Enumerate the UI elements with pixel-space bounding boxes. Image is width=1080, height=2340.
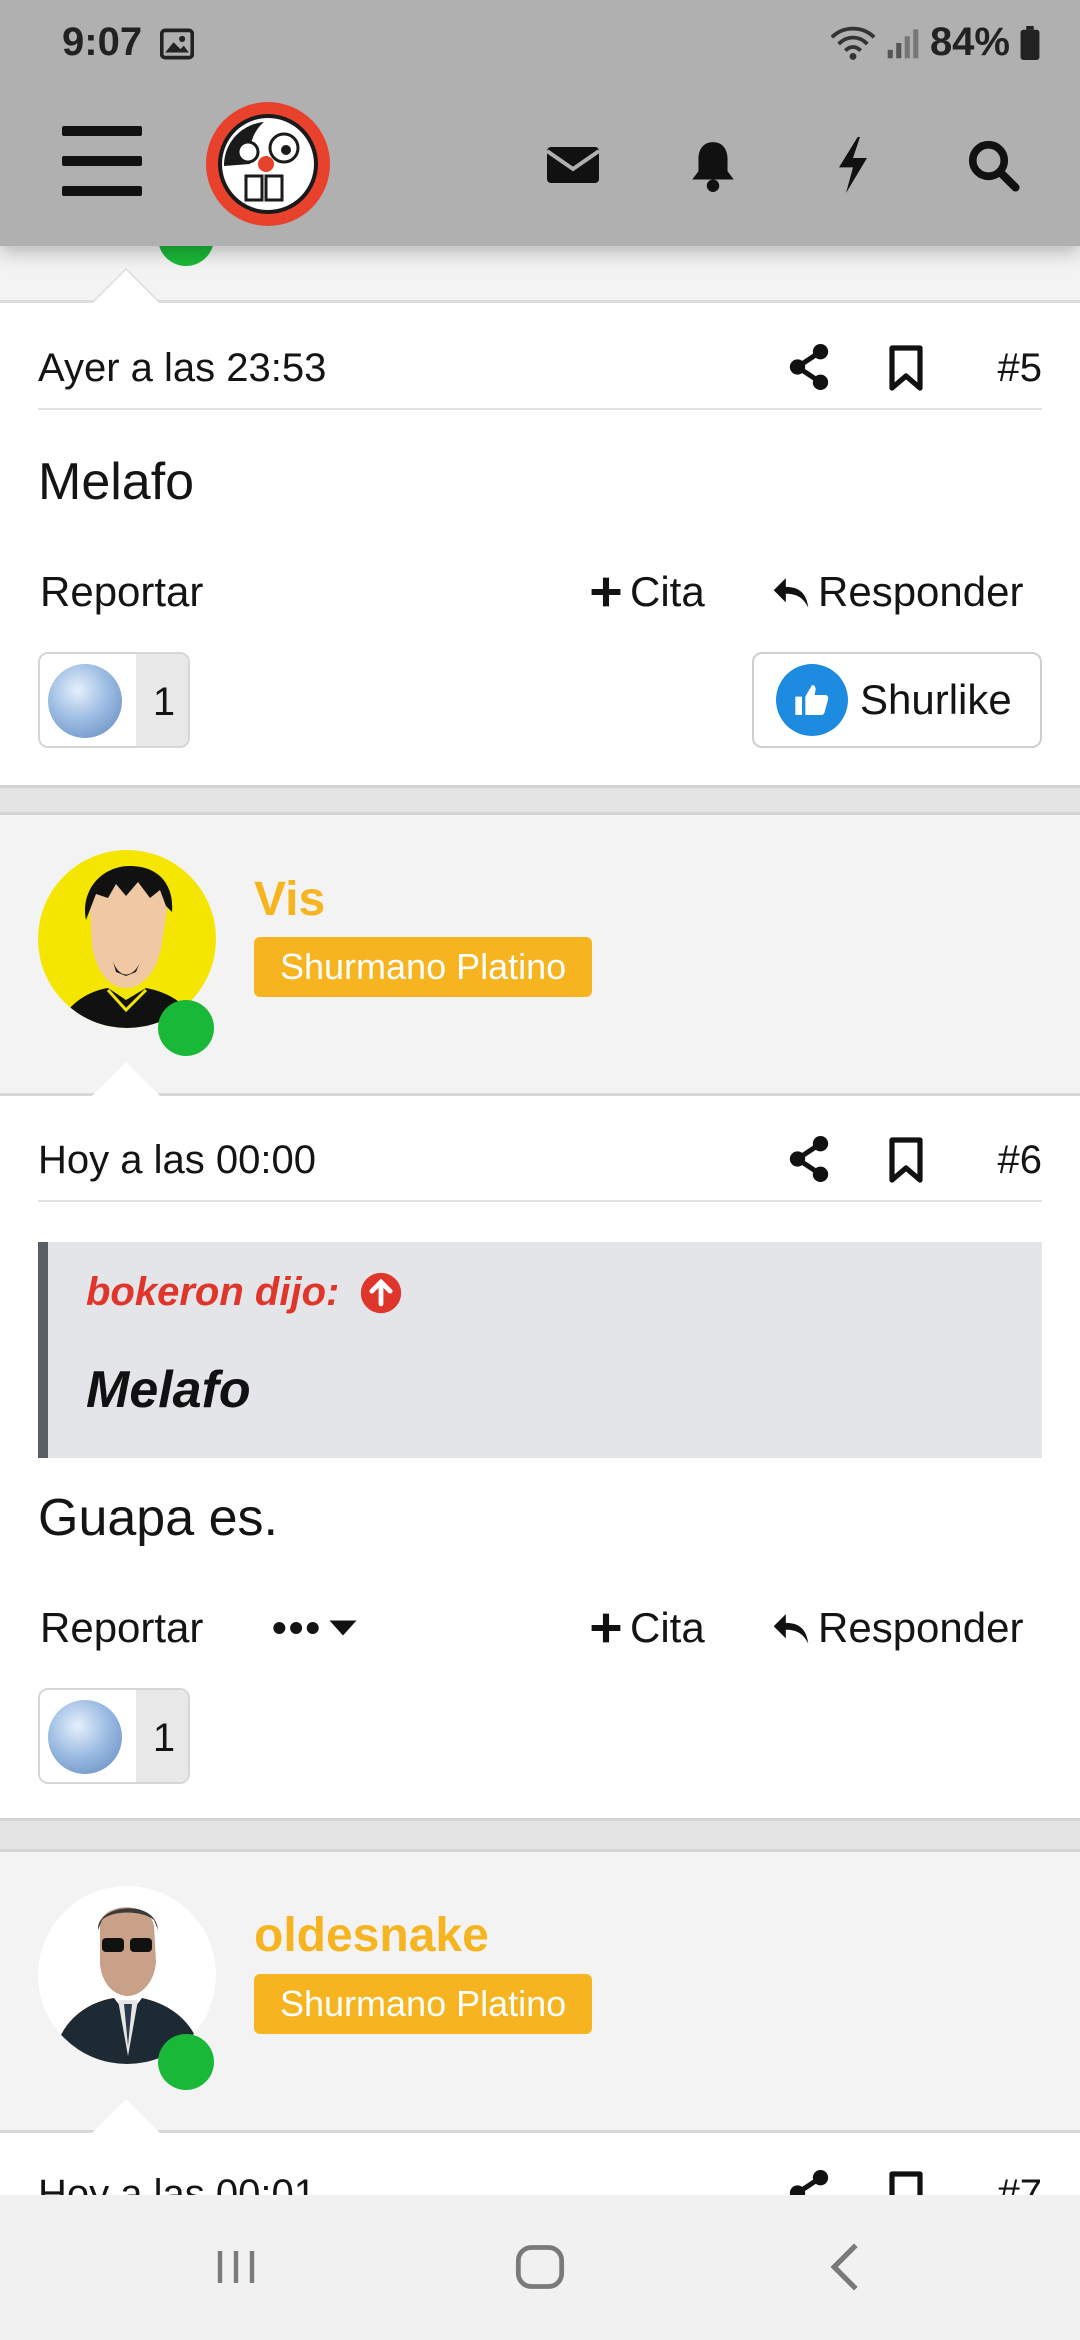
quote-label: Cita [630, 568, 705, 615]
post-pointer [92, 2099, 160, 2133]
quote-button[interactable]: Cita [588, 1604, 705, 1652]
post-date[interactable]: Hoy a las 00:00 [38, 1138, 316, 1183]
user-rank-badge: Shurmano Platino [254, 937, 593, 997]
bookmark-icon[interactable] [886, 344, 936, 394]
diamond-icon [48, 664, 122, 738]
gallery-notification-icon [159, 28, 195, 65]
share-icon[interactable] [786, 342, 836, 392]
back-icon[interactable] [820, 2235, 870, 2299]
arrow-up-circle-icon[interactable] [359, 1271, 403, 1315]
reply-button[interactable]: Responder [770, 1604, 1023, 1652]
lightning-icon[interactable] [818, 130, 888, 200]
quote-block: bokeron dijo: Melafo [38, 1242, 1042, 1458]
post-date[interactable]: Hoy a las 00:01 [38, 2172, 316, 2195]
author-name[interactable]: Vis [254, 872, 325, 927]
status-time: 9:07 [62, 20, 143, 64]
chevron-down-icon [329, 1620, 357, 1636]
reaction-count: 1 [136, 654, 188, 746]
reply-label: Responder [818, 1604, 1024, 1651]
report-label: Reportar [40, 1604, 204, 1651]
bookmark-icon[interactable] [886, 1136, 936, 1186]
post-body: Guapa es. [38, 1489, 278, 1547]
hamburger-icon[interactable] [62, 126, 142, 196]
post-pointer [92, 1062, 160, 1096]
quote-author-label: bokeron dijo: [86, 1270, 340, 1314]
status-right: 84% [830, 20, 1040, 65]
post-date[interactable]: Ayer a las 23:53 [38, 346, 326, 391]
more-options-menu[interactable]: ••• [272, 1604, 358, 1652]
reaction-count: 1 [136, 1690, 188, 1782]
post-body: Melafo [38, 453, 195, 511]
user-rank-badge: Shurmano Platino [254, 1974, 593, 2034]
plus-icon [591, 577, 621, 607]
home-icon[interactable] [510, 2235, 570, 2299]
reply-icon [773, 1614, 809, 1644]
system-nav-bar [0, 2195, 1080, 2340]
search-icon[interactable] [958, 130, 1028, 200]
quote-button[interactable]: Cita [588, 568, 705, 616]
thread-content: Ayer a las 23:53 #5 Melafo Reportar Cita… [0, 0, 1080, 2195]
app-header [0, 96, 1080, 236]
battery-percent: 84% [929, 20, 1010, 64]
post-pointer [92, 270, 160, 304]
post-separator [0, 785, 1080, 815]
signal-icon [887, 28, 919, 58]
quote-label: Cita [630, 1604, 705, 1651]
online-indicator [158, 2034, 214, 2090]
reaction-summary[interactable]: 1 [38, 652, 190, 748]
report-label: Reportar [40, 568, 204, 615]
reaction-summary[interactable]: 1 [38, 1688, 190, 1784]
battery-icon [1020, 25, 1040, 60]
wifi-icon [830, 26, 876, 60]
share-icon[interactable] [786, 2168, 836, 2195]
meta-divider [38, 1200, 1042, 1202]
like-button[interactable]: Shurlike [752, 652, 1042, 748]
bookmark-icon[interactable] [886, 2170, 936, 2195]
bell-icon[interactable] [678, 130, 748, 200]
online-indicator [158, 1000, 214, 1056]
thumbs-up-icon [776, 664, 848, 736]
post-separator [0, 1818, 1080, 1852]
reply-icon [773, 578, 809, 608]
top-bar: 9:07 84% [0, 0, 1080, 246]
diamond-icon [48, 1700, 122, 1774]
like-label: Shurlike [860, 676, 1012, 723]
reply-label: Responder [818, 568, 1024, 615]
envelope-icon[interactable] [538, 130, 608, 200]
quote-author[interactable]: bokeron dijo: [86, 1270, 403, 1315]
reply-button[interactable]: Responder [770, 568, 1023, 616]
forum-logo[interactable] [206, 102, 330, 226]
report-link[interactable]: Reportar [40, 568, 203, 616]
report-link[interactable]: Reportar [40, 1604, 203, 1652]
quote-text: Melafo [86, 1361, 251, 1419]
post-number[interactable]: #6 [998, 1138, 1043, 1183]
share-icon[interactable] [786, 1134, 836, 1184]
author-name[interactable]: oldesnake [254, 1908, 489, 1963]
status-bar: 9:07 84% [0, 0, 1080, 90]
post-number[interactable]: #5 [998, 346, 1043, 391]
plus-icon [591, 1613, 621, 1643]
meta-divider [38, 408, 1042, 410]
recent-apps-icon[interactable] [210, 2235, 262, 2299]
post-number[interactable]: #7 [998, 2172, 1043, 2195]
more-dots: ••• [272, 1604, 323, 1651]
